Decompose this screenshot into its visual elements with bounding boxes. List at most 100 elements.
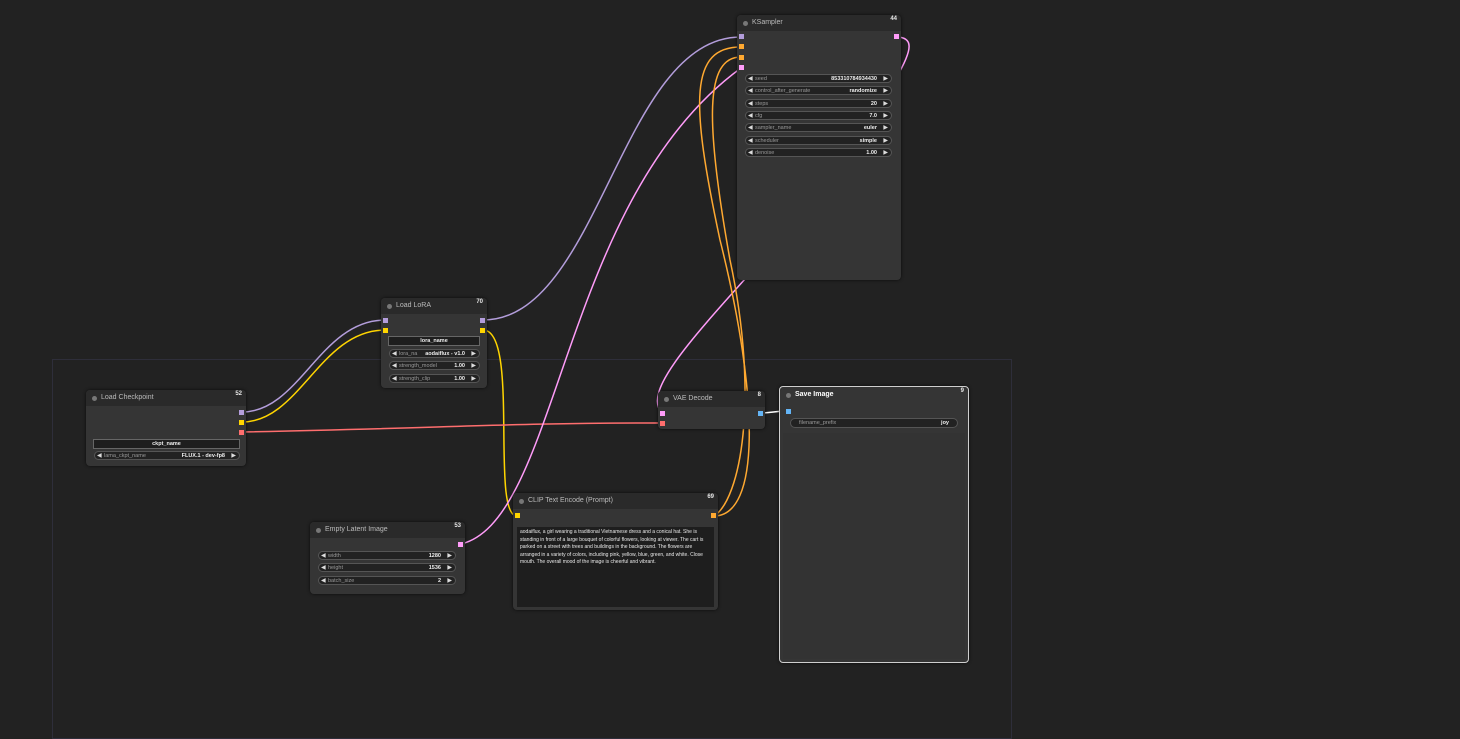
empty-latent-image-node[interactable]: Empty Latent Image 53 ◀ width 1280 ▶ ◀ h… (310, 522, 465, 594)
load-lora-node[interactable]: Load LoRA 70 lora_name ◀ lora_na aodaifl… (381, 298, 487, 388)
collapse-dot-icon[interactable] (92, 396, 97, 401)
load-checkpoint-node[interactable]: Load Checkpoint 52 ckpt_name ◀ lama_ckpt… (86, 390, 246, 466)
clip-text-encode-node[interactable]: CLIP Text Encode (Prompt) 69 aodaiflux, … (513, 493, 718, 610)
widget-filename-prefix[interactable]: filename_prefix joy (790, 418, 958, 428)
widget-denoise[interactable]: ◀ denoise 1.00 ▶ (745, 148, 892, 157)
collapse-dot-icon[interactable] (743, 21, 748, 26)
input-slot-model[interactable] (383, 318, 388, 323)
output-slot-conditioning[interactable] (711, 513, 716, 518)
increment-arrow-icon[interactable]: ▶ (883, 124, 888, 132)
decrement-arrow-icon[interactable]: ◀ (321, 577, 326, 585)
increment-arrow-icon[interactable]: ▶ (883, 112, 888, 120)
empty-latent-header[interactable]: Empty Latent Image 53 (310, 522, 465, 538)
vae-decode-header[interactable]: VAE Decode 8 (658, 391, 765, 407)
node-id: 53 (454, 523, 461, 529)
increment-arrow-icon[interactable]: ▶ (883, 75, 888, 83)
widget-steps[interactable]: ◀ steps 20 ▶ (745, 99, 892, 108)
widget-batch-size[interactable]: ◀ batch_size 2 ▶ (318, 576, 456, 585)
increment-arrow-icon[interactable]: ▶ (883, 100, 888, 108)
save-image-header[interactable]: Save Image 9 (780, 387, 968, 403)
clip-text-encode-header[interactable]: CLIP Text Encode (Prompt) 69 (513, 493, 718, 509)
output-slot-clip[interactable] (480, 328, 485, 333)
prompt-textarea[interactable]: aodaiflux, a girl wearing a traditional … (517, 527, 714, 607)
node-title: Load LoRA (396, 302, 432, 309)
decrement-arrow-icon[interactable]: ◀ (321, 552, 326, 560)
collapse-dot-icon[interactable] (786, 393, 791, 398)
output-slot-latent[interactable] (458, 542, 463, 547)
collapse-dot-icon[interactable] (664, 397, 669, 402)
output-slot-latent[interactable] (894, 34, 899, 39)
input-slot-negative[interactable] (739, 55, 744, 60)
decrement-arrow-icon[interactable]: ◀ (748, 75, 753, 83)
widget-sampler-name[interactable]: ◀ sampler_name euler ▶ (745, 123, 892, 132)
input-slot-samples[interactable] (660, 411, 665, 416)
ksampler-header[interactable]: KSampler 44 (737, 15, 901, 31)
widget-scheduler[interactable]: ◀ scheduler simple ▶ (745, 136, 892, 145)
increment-arrow-icon[interactable]: ▶ (447, 552, 452, 560)
widget-label: denoise (755, 150, 775, 156)
increment-arrow-icon[interactable]: ▶ (883, 87, 888, 95)
widget-height[interactable]: ◀ height 1536 ▶ (318, 563, 456, 572)
widget-lora-name[interactable]: ◀ lora_na aodaiflux - v1.0 ▶ (389, 349, 480, 358)
image-preview-area (783, 433, 965, 659)
widget-value: 1.00 (454, 376, 465, 382)
increment-arrow-icon[interactable]: ▶ (447, 564, 452, 572)
node-graph-canvas[interactable]: KSampler 44 ◀ seed 853310784934430 ▶ ◀ c… (0, 0, 1460, 739)
input-slot-latent[interactable] (739, 65, 744, 70)
increment-arrow-icon[interactable]: ▶ (471, 362, 476, 370)
node-title: KSampler (752, 19, 783, 26)
widget-value: 1.00 (454, 363, 465, 369)
increment-arrow-icon[interactable]: ▶ (471, 350, 476, 358)
widget-strength-model[interactable]: ◀ strength_model 1.00 ▶ (389, 361, 480, 370)
widget-value: 853310784934430 (831, 76, 877, 82)
node-id: 70 (476, 299, 483, 305)
widget-seed[interactable]: ◀ seed 853310784934430 ▶ (745, 74, 892, 83)
input-slot-images[interactable] (786, 409, 791, 414)
output-slot-image[interactable] (758, 411, 763, 416)
node-title: CLIP Text Encode (Prompt) (528, 497, 613, 504)
decrement-arrow-icon[interactable]: ◀ (97, 452, 102, 460)
collapse-dot-icon[interactable] (387, 304, 392, 309)
input-slot-clip[interactable] (383, 328, 388, 333)
increment-arrow-icon[interactable]: ▶ (231, 452, 236, 460)
decrement-arrow-icon[interactable]: ◀ (392, 350, 397, 358)
decrement-arrow-icon[interactable]: ◀ (748, 149, 753, 157)
decrement-arrow-icon[interactable]: ◀ (748, 137, 753, 145)
output-slot-model[interactable] (480, 318, 485, 323)
widget-control-after-generate[interactable]: ◀ control_after_generate randomize ▶ (745, 86, 892, 95)
increment-arrow-icon[interactable]: ▶ (471, 375, 476, 383)
input-slot-model[interactable] (739, 34, 744, 39)
vae-decode-node[interactable]: VAE Decode 8 (658, 391, 765, 429)
increment-arrow-icon[interactable]: ▶ (447, 577, 452, 585)
node-id: 52 (235, 391, 242, 397)
decrement-arrow-icon[interactable]: ◀ (392, 362, 397, 370)
input-slot-positive[interactable] (739, 44, 744, 49)
collapse-dot-icon[interactable] (316, 528, 321, 533)
load-checkpoint-header[interactable]: Load Checkpoint 52 (86, 390, 246, 406)
output-slot-model[interactable] (239, 410, 244, 415)
save-image-node[interactable]: Save Image 9 filename_prefix joy (779, 386, 969, 663)
widget-strength-clip[interactable]: ◀ strength_clip 1.00 ▶ (389, 374, 480, 383)
input-slot-vae[interactable] (660, 421, 665, 426)
decrement-arrow-icon[interactable]: ◀ (748, 87, 753, 95)
widget-label: strength_clip (399, 376, 431, 382)
decrement-arrow-icon[interactable]: ◀ (748, 124, 753, 132)
collapse-dot-icon[interactable] (519, 499, 524, 504)
decrement-arrow-icon[interactable]: ◀ (321, 564, 326, 572)
increment-arrow-icon[interactable]: ▶ (883, 149, 888, 157)
output-slot-vae[interactable] (239, 430, 244, 435)
decrement-arrow-icon[interactable]: ◀ (392, 375, 397, 383)
widget-label: control_after_generate (755, 88, 811, 94)
widget-label: sampler_name (755, 125, 792, 131)
widget-value: 7.0 (869, 113, 877, 119)
decrement-arrow-icon[interactable]: ◀ (748, 100, 753, 108)
ksampler-node[interactable]: KSampler 44 ◀ seed 853310784934430 ▶ ◀ c… (737, 15, 901, 280)
widget-cfg[interactable]: ◀ cfg 7.0 ▶ (745, 111, 892, 120)
widget-ckpt-name[interactable]: ◀ lama_ckpt_name FLUX.1 - dev-fp8 ▶ (94, 451, 240, 460)
load-lora-header[interactable]: Load LoRA 70 (381, 298, 487, 314)
output-slot-clip[interactable] (239, 420, 244, 425)
increment-arrow-icon[interactable]: ▶ (883, 137, 888, 145)
decrement-arrow-icon[interactable]: ◀ (748, 112, 753, 120)
input-slot-clip[interactable] (515, 513, 520, 518)
widget-width[interactable]: ◀ width 1280 ▶ (318, 551, 456, 560)
